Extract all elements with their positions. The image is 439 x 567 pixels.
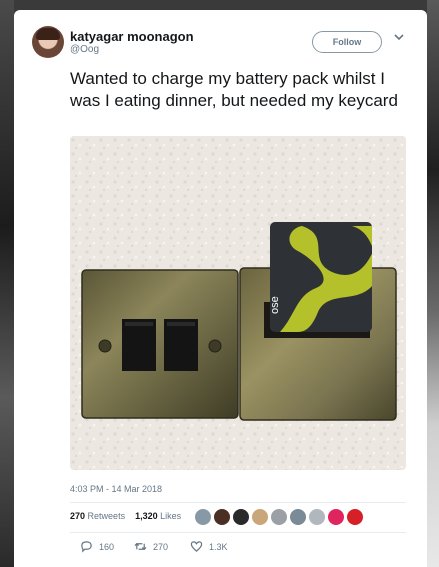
divider [70,502,406,503]
liker-avatar[interactable] [194,508,212,526]
like-count: 1.3K [209,541,228,552]
retweets-label[interactable]: Retweets [88,511,126,521]
chevron-down-icon[interactable] [392,30,406,44]
retweet-button[interactable]: 270 [134,540,168,553]
liker-avatar[interactable] [213,508,231,526]
tweet-timestamp[interactable]: 4:03 PM - 14 Mar 2018 [70,484,162,494]
follow-button[interactable]: Follow [312,31,382,53]
heart-icon [190,541,203,552]
liker-avatar[interactable] [232,508,250,526]
retweets-count[interactable]: 270 [70,511,85,521]
liker-avatar[interactable] [251,508,269,526]
keycard-text: ose [269,296,281,314]
liker-avatar[interactable] [346,508,364,526]
author-name[interactable]: katyagar moonagon [70,29,194,44]
liker-avatar[interactable] [327,508,345,526]
likes-label[interactable]: Likes [160,511,181,521]
likes-count[interactable]: 1,320 [135,511,158,521]
tweet-card: katyagar moonagon @Oog Follow Wanted to … [14,10,427,567]
liker-avatar[interactable] [308,508,326,526]
retweet-count: 270 [153,541,169,552]
tweet-text: Wanted to charge my battery pack whilst … [70,69,398,110]
retweet-icon [134,542,147,551]
engagement-stats: 270 Retweets 1,320 Likes [70,511,181,521]
reply-icon [81,541,92,553]
backdrop-right [427,0,439,567]
reply-count: 160 [99,541,115,552]
author-handle[interactable]: @Oog [70,44,99,55]
photo-illustration: ose [70,136,406,470]
tweet-header: katyagar moonagon @Oog Follow [14,10,427,66]
liker-avatar[interactable] [289,508,307,526]
backdrop-left [0,0,14,567]
reply-button[interactable]: 160 [80,540,114,553]
liker-avatar[interactable] [270,508,288,526]
divider [70,532,406,533]
like-button[interactable]: 1.3K [190,540,228,553]
avatar[interactable] [32,26,64,58]
tweet-photo[interactable]: ose [70,136,406,470]
